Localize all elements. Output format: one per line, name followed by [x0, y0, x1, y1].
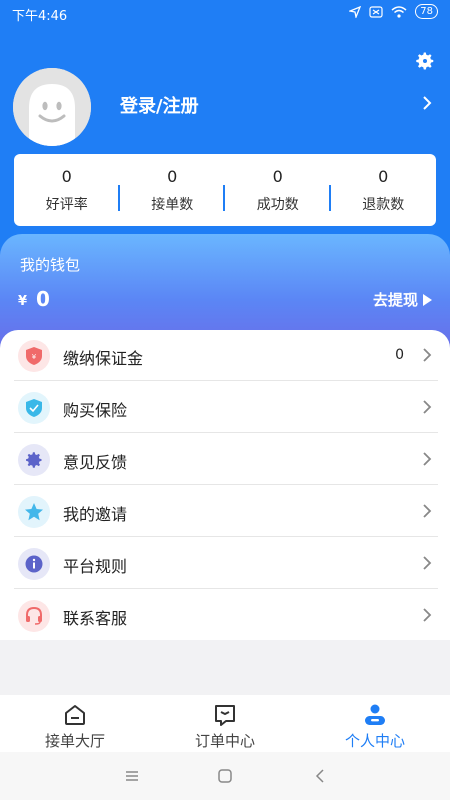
menu-item-feedback[interactable]: 意见反馈 [0, 434, 450, 485]
settings-gear-icon[interactable] [414, 50, 436, 72]
tab-personal-center[interactable]: 个人中心 [300, 695, 450, 752]
chevron-right-icon [423, 556, 432, 570]
menu-label: 我的邀请 [63, 505, 128, 524]
profile-header: 下午4:46 78 登录/注册 [0, 0, 450, 270]
chevron-right-icon[interactable] [420, 94, 434, 112]
stat-label: 退款数 [362, 196, 405, 213]
stat-value: 0 [61, 166, 72, 186]
system-nav-bar [0, 752, 450, 800]
menu-icon[interactable] [122, 766, 142, 786]
currency-symbol: ¥ [18, 294, 28, 309]
menu-label: 联系客服 [63, 609, 128, 628]
status-icons: 78 [349, 4, 438, 19]
person-icon [365, 704, 385, 725]
divider [14, 484, 438, 485]
menu-list: ¥ 缴纳保证金 0 购买保险 意见反馈 我的邀请 平台规则 联系客服 [0, 330, 450, 640]
back-icon[interactable] [310, 766, 330, 786]
order-icon [215, 705, 235, 726]
avatar[interactable] [13, 68, 91, 146]
gear-icon [18, 444, 50, 476]
menu-item-customer-service[interactable]: 联系客服 [0, 590, 450, 641]
sim-icon [369, 5, 383, 18]
wifi-icon [391, 5, 407, 18]
divider [14, 432, 438, 433]
status-time: 下午4:46 [12, 9, 68, 24]
home-square-icon[interactable] [215, 766, 235, 786]
wallet-title: 我的钱包 [20, 256, 81, 274]
chevron-right-icon [423, 452, 432, 466]
tab-label: 个人中心 [344, 732, 405, 750]
stat-good-rate: 0 好评率 [14, 167, 120, 214]
stat-refund-count: 0 退款数 [331, 167, 437, 214]
menu-label: 平台规则 [63, 557, 128, 576]
chevron-right-icon [423, 504, 432, 518]
status-bar: 下午4:46 78 [0, 0, 450, 26]
star-icon [18, 496, 50, 528]
divider [14, 536, 438, 537]
stat-value: 0 [378, 166, 389, 186]
stat-value: 0 [167, 166, 178, 186]
stat-orders-taken: 0 接单数 [120, 166, 225, 214]
divider [14, 588, 438, 589]
triangle-right-icon [423, 293, 432, 306]
menu-item-insurance[interactable]: 购买保险 [0, 382, 450, 433]
menu-item-deposit[interactable]: ¥ 缴纳保证金 0 [0, 330, 450, 381]
stats-card: 0 好评率 0 接单数 0 成功数 0 退款数 [14, 154, 436, 226]
withdraw-button[interactable]: 去提现 [373, 289, 432, 310]
location-icon [349, 5, 362, 18]
stat-label: 好评率 [45, 196, 88, 213]
stat-success-count: 0 成功数 [225, 167, 331, 214]
withdraw-label: 去提现 [372, 291, 418, 309]
stat-label: 成功数 [256, 196, 299, 213]
default-avatar-icon [13, 68, 91, 146]
chevron-right-icon [423, 348, 432, 362]
home-icon [65, 705, 85, 725]
info-icon [18, 548, 50, 580]
shield-icon: ¥ [18, 340, 50, 372]
headset-icon [18, 600, 50, 632]
tab-label: 接单大厅 [44, 732, 105, 750]
chevron-right-icon [423, 608, 432, 622]
wallet-balance: 0 [36, 287, 50, 311]
tab-order-center[interactable]: 订单中心 [150, 695, 300, 752]
login-register-link[interactable]: 登录/注册 [120, 92, 199, 118]
svg-text:¥: ¥ [32, 353, 37, 361]
stat-label: 接单数 [151, 196, 194, 213]
menu-label: 缴纳保证金 [63, 349, 144, 368]
menu-label: 意见反馈 [63, 453, 128, 472]
insurance-icon [18, 392, 50, 424]
menu-item-invitation[interactable]: 我的邀请 [0, 486, 450, 537]
chevron-right-icon [423, 400, 432, 414]
menu-label: 购买保险 [63, 401, 128, 420]
menu-item-rules[interactable]: 平台规则 [0, 538, 450, 589]
divider [14, 380, 438, 381]
battery-indicator: 78 [415, 4, 438, 19]
bottom-tab-bar: 接单大厅 订单中心 个人中心 [0, 695, 450, 752]
stat-value: 0 [272, 166, 283, 186]
tab-label: 订单中心 [194, 732, 255, 750]
menu-value: 0 [395, 347, 404, 363]
tab-order-hall[interactable]: 接单大厅 [0, 695, 150, 752]
